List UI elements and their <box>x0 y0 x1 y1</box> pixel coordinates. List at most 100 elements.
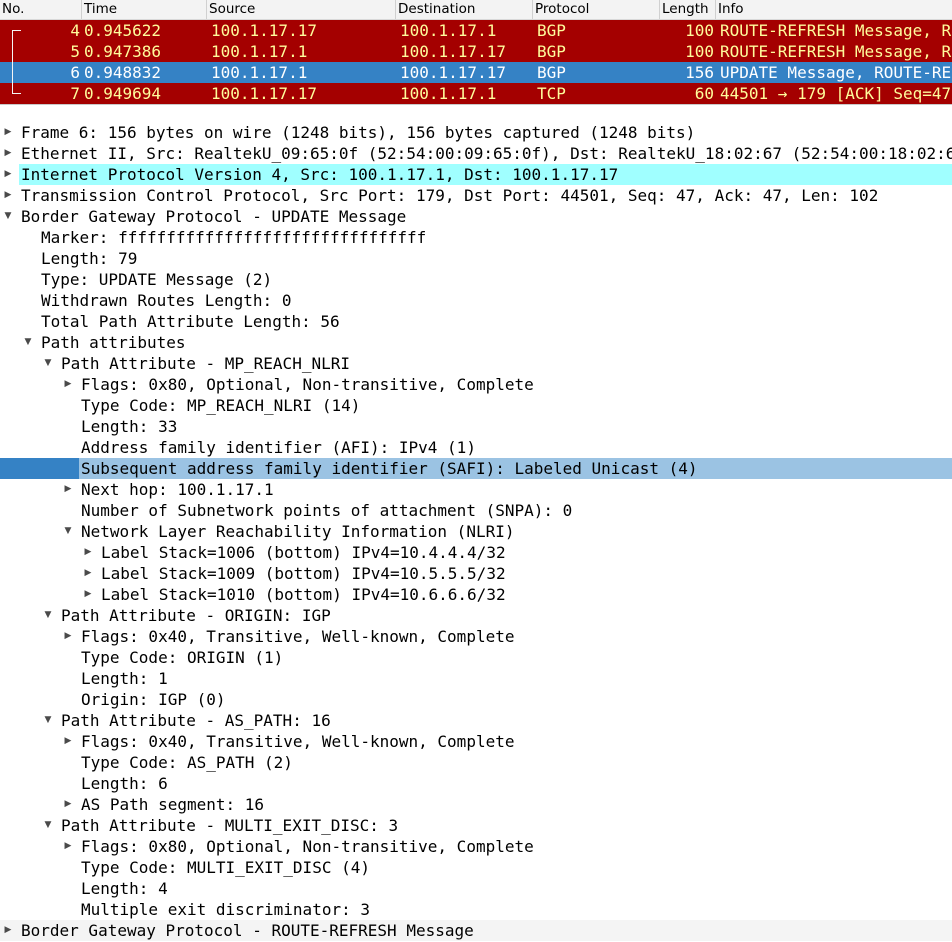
tree-item[interactable]: Type Code: MULTI_EXIT_DISC (4) <box>0 857 952 878</box>
triangle-right-icon[interactable]: ▶ <box>2 185 14 206</box>
tree-item[interactable]: ▶ Flags: 0x80, Optional, Non-transitive, … <box>0 374 952 395</box>
tree-item[interactable]: ▶ Label Stack=1010 (bottom) IPv4=10.6.6.6… <box>0 584 952 605</box>
tree-item-label: Flags: 0x80, Optional, Non-transitive, C… <box>81 375 534 394</box>
triangle-right-icon[interactable]: ▶ <box>82 584 94 605</box>
tree-item-label: Multiple exit discriminator: 3 <box>81 900 370 919</box>
tree-item[interactable]: ▶ Transmission Control Protocol, Src Port… <box>0 185 952 206</box>
packet-row[interactable]: 5 0.947386 100.1.17.1 100.1.17.17 BGP 100 ROUT… <box>0 41 952 62</box>
tree-item[interactable]: ▶ Ethernet II, Src: RealtekU_09:65:0f (52… <box>0 143 952 164</box>
packet-row[interactable]: 7 0.949694 100.1.17.17 100.1.17.1 TCP 60 44501… <box>0 83 952 104</box>
tree-item-label: Frame 6: 156 bytes on wire (1248 bits), … <box>21 123 696 142</box>
triangle-right-icon[interactable]: ▶ <box>82 563 94 584</box>
triangle-down-icon[interactable]: ▼ <box>62 521 74 542</box>
tree-item[interactable]: Marker: ffffffffffffffffffffffffffffffff <box>0 227 952 248</box>
packet-list-header: No. Time Source Destination Protocol Len… <box>0 0 952 20</box>
tree-item-label: Length: 79 <box>41 249 138 268</box>
column-header-source[interactable]: Source <box>207 0 396 19</box>
tree-item[interactable]: ▶ Next hop: 100.1.17.1 <box>0 479 952 500</box>
triangle-down-icon[interactable]: ▼ <box>22 332 34 353</box>
triangle-right-icon[interactable]: ▶ <box>82 542 94 563</box>
tree-item[interactable]: ▼ Path Attribute - ORIGIN: IGP <box>0 605 952 626</box>
cell-length: 100 <box>685 42 714 61</box>
cell-info: ROUTE-REFRESH Message, ROUTE-REFRESH Mes… <box>720 42 952 61</box>
tree-item-label: Type Code: AS_PATH (2) <box>81 753 293 772</box>
tree-item[interactable]: ▼ Network Layer Reachability Information … <box>0 521 952 542</box>
tree-item-label: AS Path segment: 16 <box>81 795 265 814</box>
tree-item-label: Path attributes <box>41 333 186 352</box>
cell-time: 0.949694 <box>84 84 162 103</box>
tree-item[interactable]: Type Code: AS_PATH (2) <box>0 752 952 773</box>
cell-info: UPDATE Message, ROUTE-REFRESH Message <box>720 63 952 82</box>
tree-item[interactable]: Multiple exit discriminator: 3 <box>0 899 952 920</box>
cell-length: 156 <box>685 63 714 82</box>
packet-list-pane[interactable]: No. Time Source Destination Protocol Len… <box>0 0 952 104</box>
tree-item[interactable]: Withdrawn Routes Length: 0 <box>0 290 952 311</box>
tree-item[interactable]: ▶ Flags: 0x80, Optional, Non-transitive, … <box>0 836 952 857</box>
cell-destination: 100.1.17.17 <box>400 42 506 61</box>
tree-item[interactable]: Type Code: MP_REACH_NLRI (14) <box>0 395 952 416</box>
tree-item[interactable]: Address family identifier (AFI): IPv4 (1… <box>0 437 952 458</box>
tree-item-label: Next hop: 100.1.17.1 <box>81 480 274 499</box>
cell-source: 100.1.17.1 <box>211 63 308 82</box>
tree-item[interactable]: ▼ Path Attribute - AS_PATH: 16 <box>0 710 952 731</box>
packet-row[interactable]: 6 0.948832 100.1.17.1 100.1.17.17 BGP 156 UPDA… <box>0 62 952 83</box>
triangle-right-icon[interactable]: ▶ <box>62 479 74 500</box>
tree-item[interactable]: ▶ Flags: 0x40, Transitive, Well-known, Co… <box>0 731 952 752</box>
tree-item[interactable]: Length: 79 <box>0 248 952 269</box>
tree-item-label: Path Attribute - MULTI_EXIT_DISC: 3 <box>61 816 399 835</box>
tree-item[interactable]: Length: 4 <box>0 878 952 899</box>
tree-item[interactable]: ▶ Flags: 0x40, Transitive, Well-known, Co… <box>0 626 952 647</box>
tree-item[interactable]: Length: 33 <box>0 416 952 437</box>
triangle-right-icon[interactable]: ▶ <box>62 626 74 647</box>
triangle-right-icon[interactable]: ▶ <box>62 836 74 857</box>
tree-item[interactable]: Type: UPDATE Message (2) <box>0 269 952 290</box>
tree-item[interactable]: ▶ Frame 6: 156 bytes on wire (1248 bits),… <box>0 122 952 143</box>
column-header-length[interactable]: Length <box>660 0 716 19</box>
tree-item[interactable]: Subsequent address family identifier (SA… <box>0 458 952 479</box>
triangle-down-icon[interactable]: ▼ <box>42 605 54 626</box>
tree-item[interactable]: Length: 6 <box>0 773 952 794</box>
column-header-protocol[interactable]: Protocol <box>533 0 660 19</box>
triangle-down-icon[interactable]: ▼ <box>42 815 54 836</box>
triangle-down-icon[interactable]: ▼ <box>42 710 54 731</box>
column-header-no[interactable]: No. <box>0 0 82 19</box>
tree-item-label: Flags: 0x80, Optional, Non-transitive, C… <box>81 837 534 856</box>
tree-item[interactable]: Origin: IGP (0) <box>0 689 952 710</box>
tree-item-label: Length: 4 <box>81 879 168 898</box>
tree-item[interactable]: ▼ Path Attribute - MULTI_EXIT_DISC: 3 <box>0 815 952 836</box>
column-header-time[interactable]: Time <box>82 0 207 19</box>
tree-item[interactable]: ▶ Border Gateway Protocol - ROUTE-REFRESH… <box>0 920 952 941</box>
tree-item[interactable]: ▼ Path Attribute - MP_REACH_NLRI <box>0 353 952 374</box>
cell-length: 100 <box>685 21 714 40</box>
triangle-down-icon[interactable]: ▼ <box>42 353 54 374</box>
triangle-right-icon[interactable]: ▶ <box>62 794 74 815</box>
tree-item[interactable]: ▶ Label Stack=1009 (bottom) IPv4=10.5.5.5… <box>0 563 952 584</box>
tree-item-label: Path Attribute - AS_PATH: 16 <box>61 711 331 730</box>
column-header-destination[interactable]: Destination <box>396 0 533 19</box>
triangle-down-icon[interactable]: ▼ <box>2 206 14 227</box>
triangle-right-icon[interactable]: ▶ <box>2 164 14 185</box>
triangle-right-icon[interactable]: ▶ <box>62 731 74 752</box>
triangle-right-icon[interactable]: ▶ <box>2 122 14 143</box>
packet-row[interactable]: 4 0.945622 100.1.17.17 100.1.17.1 BGP 100 ROUT… <box>0 20 952 41</box>
tree-item[interactable]: ▼ Path attributes <box>0 332 952 353</box>
tree-item-label: Path Attribute - ORIGIN: IGP <box>61 606 331 625</box>
tree-item[interactable]: Type Code: ORIGIN (1) <box>0 647 952 668</box>
tree-item[interactable]: ▶ Label Stack=1006 (bottom) IPv4=10.4.4.4… <box>0 542 952 563</box>
column-header-info[interactable]: Info <box>716 0 952 19</box>
pane-splitter[interactable] <box>0 104 952 123</box>
triangle-right-icon[interactable]: ▶ <box>2 920 14 941</box>
packet-details-tree[interactable]: ▶ Frame 6: 156 bytes on wire (1248 bits),… <box>0 122 952 942</box>
tree-item[interactable]: Total Path Attribute Length: 56 <box>0 311 952 332</box>
tree-item[interactable]: Number of Subnetwork points of attachmen… <box>0 500 952 521</box>
triangle-right-icon[interactable]: ▶ <box>62 374 74 395</box>
tree-item[interactable]: Length: 1 <box>0 668 952 689</box>
tree-item-label: Flags: 0x40, Transitive, Well-known, Com… <box>81 732 515 751</box>
tree-item[interactable]: ▼ Border Gateway Protocol - UPDATE Messag… <box>0 206 952 227</box>
cell-info: ROUTE-REFRESH Message, ROUTE-REFRESH Mes… <box>720 21 952 40</box>
tree-item-label: Number of Subnetwork points of attachmen… <box>81 501 573 520</box>
tree-item-label: Total Path Attribute Length: 56 <box>41 312 340 331</box>
tree-item[interactable]: ▶ Internet Protocol Version 4, Src: 100.1… <box>0 164 952 185</box>
tree-item[interactable]: ▶ AS Path segment: 16 <box>0 794 952 815</box>
triangle-right-icon[interactable]: ▶ <box>2 143 14 164</box>
